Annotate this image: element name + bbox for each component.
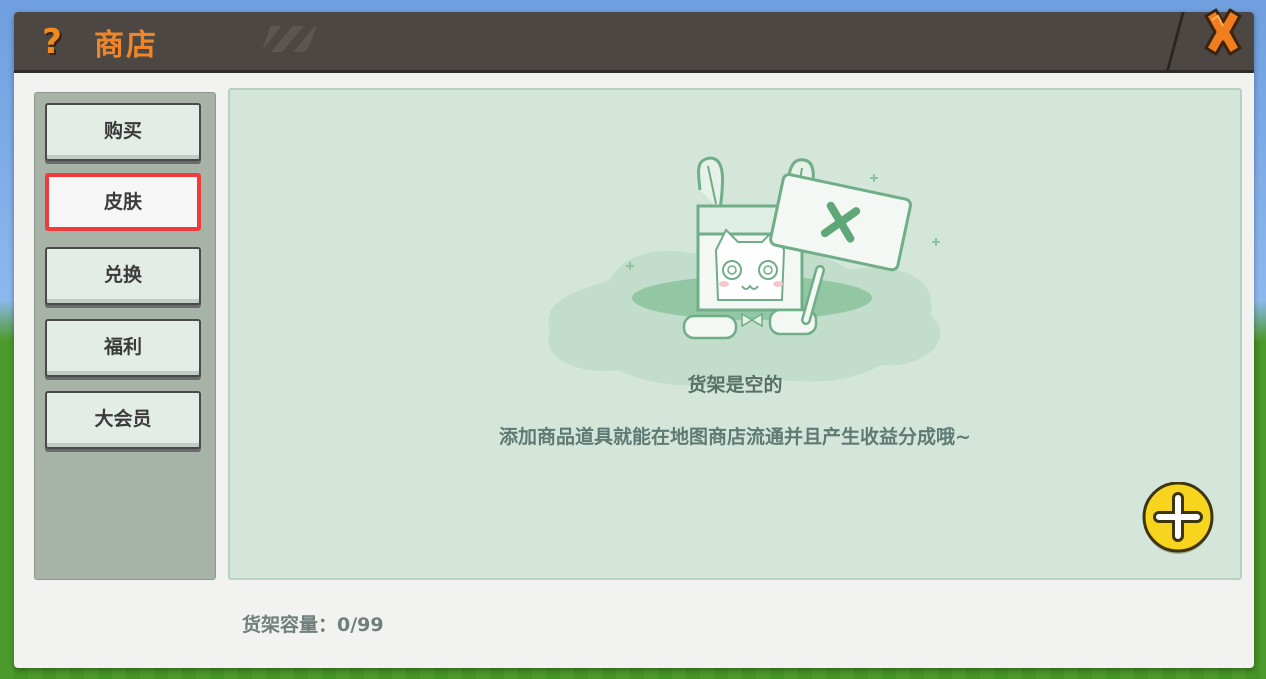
close-x-icon: [1204, 8, 1242, 56]
add-item-button[interactable]: [1142, 481, 1214, 554]
title-divider: [1166, 12, 1185, 70]
close-button[interactable]: [1198, 6, 1248, 62]
sidebar: 购买 皮肤 兑换 福利 大会员: [34, 92, 216, 580]
shelf-capacity: 货架容量：0/99: [242, 614, 384, 636]
question-mark-icon[interactable]: ?: [36, 22, 68, 62]
sidebar-item-buy[interactable]: 购买: [45, 103, 201, 161]
window-title: 商店: [94, 28, 158, 63]
sidebar-item-exchange[interactable]: 兑换: [45, 247, 201, 305]
sidebar-item-vip[interactable]: 大会员: [45, 391, 201, 449]
empty-shelf-description: 添加商品道具就能在地图商店流通并且产生收益分成哦~: [499, 426, 971, 448]
sidebar-item-skin[interactable]: 皮肤: [45, 173, 201, 231]
empty-shelf-title: 货架是空的: [687, 374, 783, 396]
empty-shelf-illustration: [548, 156, 941, 386]
plus-icon: [1142, 481, 1214, 554]
shelf-panel: 货架是空的 添加商品道具就能在地图商店流通并且产生收益分成哦~: [228, 88, 1242, 580]
shop-dialog: ? 商店 购买 皮肤 兑换 福利 大会员 货架是空的 添加商品道具就能在地图商店…: [14, 8, 1254, 668]
sidebar-item-welfare[interactable]: 福利: [45, 319, 201, 377]
title-bar: ? 商店: [14, 8, 1254, 73]
title-decoration: [261, 26, 317, 52]
